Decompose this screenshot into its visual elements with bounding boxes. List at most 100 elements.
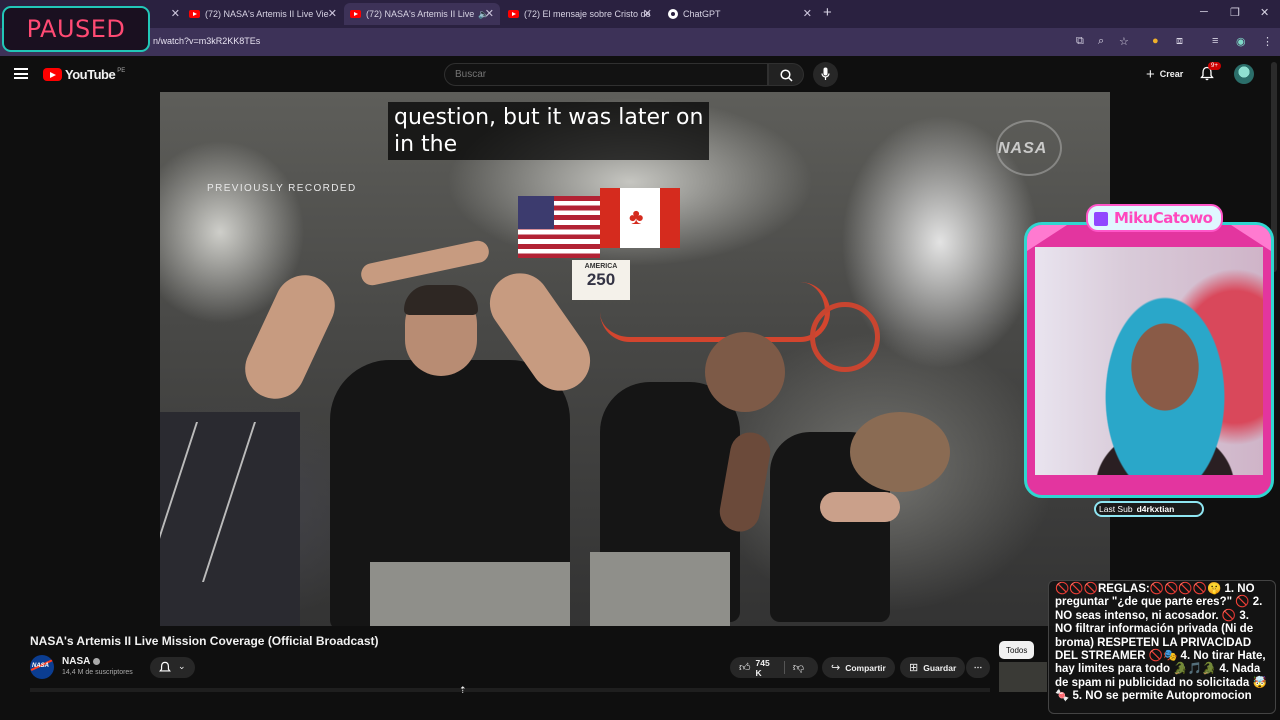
tab-artemis-1[interactable]: (72) NASA's Artemis II Live Vie ✕ bbox=[183, 3, 343, 25]
search-button[interactable] bbox=[768, 63, 804, 86]
webcam-feed bbox=[1035, 247, 1263, 475]
divider bbox=[784, 661, 785, 674]
subscriber-count: 14,4 M de suscriptores bbox=[62, 669, 133, 676]
share-button[interactable]: ↪ Compartir bbox=[822, 657, 895, 678]
profile-icon[interactable]: ◉ bbox=[1236, 35, 1246, 48]
mouse-cursor-icon: ⇡ bbox=[459, 685, 467, 695]
logo-text: YouTube bbox=[65, 67, 116, 82]
astronaut-2-head bbox=[705, 332, 785, 412]
stream-rules-panel: 🚫🚫🚫REGLAS:🚫🚫🚫🚫🤫 1. NO preguntar "¿de que… bbox=[1048, 580, 1276, 714]
search-box bbox=[444, 63, 768, 86]
video-player[interactable]: AMERICA 250 question, but it was later o… bbox=[160, 92, 1110, 626]
tab-chatgpt[interactable]: ChatGPT ✕ bbox=[662, 3, 818, 25]
extension-color-icon[interactable]: ● bbox=[1152, 35, 1159, 47]
channel-name[interactable]: NASA bbox=[62, 656, 90, 667]
notifications-button[interactable]: ⌄ bbox=[150, 657, 195, 678]
youtube-favicon-icon bbox=[350, 10, 361, 18]
share-icon: ↪ bbox=[831, 662, 841, 674]
channel-avatar-text: NASA bbox=[32, 663, 50, 669]
zoom-icon[interactable]: ⌕ bbox=[1098, 35, 1104, 48]
astronaut-1-pants bbox=[370, 562, 570, 626]
menu-hamburger-icon[interactable] bbox=[14, 68, 28, 79]
window-close-icon[interactable]: ✕ bbox=[1260, 6, 1269, 19]
nasa-watermark: NASA bbox=[998, 140, 1048, 157]
share-label: Compartir bbox=[845, 662, 886, 673]
related-video-thumbnail[interactable] bbox=[999, 662, 1047, 692]
bookmark-star-icon[interactable]: ☆ bbox=[1119, 35, 1129, 48]
red-hose-coil bbox=[810, 302, 880, 372]
create-label: Crear bbox=[1159, 69, 1184, 79]
browser-menu-icon[interactable]: ⋮ bbox=[1262, 35, 1273, 48]
astronaut-2-pants bbox=[590, 552, 730, 626]
voice-search-button[interactable] bbox=[813, 62, 838, 87]
tab-title: (72) NASA's Artemis II Live Vie bbox=[205, 9, 329, 19]
sign-text: AMERICA bbox=[584, 263, 618, 270]
more-actions-button[interactable]: ⋯ bbox=[966, 657, 990, 678]
minimize-icon[interactable]: ─ bbox=[1200, 6, 1208, 18]
youtube-favicon-icon bbox=[508, 10, 519, 18]
streamer-logo: MikuCatowo bbox=[1086, 204, 1223, 232]
close-icon[interactable]: ✕ bbox=[803, 7, 812, 20]
filter-chip-all[interactable]: Todos bbox=[999, 641, 1035, 659]
tab-title: ChatGPT bbox=[683, 9, 721, 19]
plus-icon: + bbox=[1146, 65, 1155, 83]
media-control-icon[interactable]: ≡ bbox=[1212, 35, 1218, 47]
youtube-logo[interactable]: YouTube PE bbox=[43, 67, 125, 82]
search-icon bbox=[780, 69, 793, 82]
url-field[interactable]: n/watch?v=m3kR2KK8TEs bbox=[153, 36, 260, 46]
close-icon[interactable]: ✕ bbox=[643, 7, 652, 20]
restore-icon[interactable]: ❐ bbox=[1230, 6, 1240, 19]
caption-line: question, but it was later on bbox=[394, 105, 704, 130]
us-flag bbox=[518, 196, 600, 258]
filter-label: Todos bbox=[1006, 645, 1028, 655]
tab-artemis-2[interactable]: (72) NASA's Artemis II Live 🔈 ✕ bbox=[344, 3, 500, 25]
like-icon[interactable]: 👍︎ bbox=[739, 661, 751, 674]
channel-name-row[interactable]: NASA bbox=[62, 656, 101, 667]
last-sub-label: Last Sub bbox=[1099, 504, 1133, 514]
search-input[interactable] bbox=[455, 69, 755, 80]
save-button[interactable]: ⊞ Guardar bbox=[900, 657, 966, 678]
youtube-play-icon bbox=[43, 68, 62, 81]
create-button[interactable]: + Crear bbox=[1138, 64, 1191, 84]
canada-flag bbox=[600, 188, 680, 248]
description-box-edge bbox=[30, 688, 990, 692]
chatgpt-favicon-icon bbox=[668, 9, 678, 19]
bell-icon bbox=[159, 661, 171, 672]
chevron-down-icon: ⌄ bbox=[178, 661, 186, 671]
close-icon[interactable]: ✕ bbox=[328, 7, 337, 20]
streamer-name: MikuCatowo bbox=[1114, 209, 1213, 227]
region-code: PE bbox=[117, 67, 126, 74]
microphone-icon bbox=[821, 67, 830, 80]
previously-recorded-label: PREVIOUSLY RECORDED bbox=[207, 183, 357, 194]
twitch-icon bbox=[1094, 212, 1108, 226]
youtube-header: YouTube PE + Crear 9+ bbox=[0, 56, 1280, 92]
astronaut-3-hair bbox=[850, 412, 950, 492]
webcam-frame bbox=[1024, 222, 1274, 498]
rules-text: 🚫🚫🚫REGLAS:🚫🚫🚫🚫🤫 1. NO preguntar "¿de que… bbox=[1055, 583, 1267, 703]
close-icon[interactable]: ✕ bbox=[485, 7, 494, 20]
astronaut-3-arm bbox=[820, 492, 900, 522]
last-sub-name: d4rkxtian bbox=[1136, 504, 1175, 514]
astronaut-1-hands bbox=[359, 238, 491, 288]
america-250-sign: AMERICA 250 bbox=[572, 260, 630, 300]
tab-close-icon[interactable]: ✕ bbox=[160, 3, 180, 25]
astronaut-1-hair bbox=[404, 285, 478, 315]
new-tab-button[interactable]: + bbox=[823, 4, 832, 21]
tab-mensaje-cristo[interactable]: (72) El mensaje sobre Cristo de ✕ bbox=[502, 3, 658, 25]
tab-title: (72) El mensaje sobre Cristo de bbox=[524, 9, 651, 19]
account-avatar[interactable] bbox=[1234, 64, 1254, 84]
last-subscriber-widget: Last Sub d4rkxtian bbox=[1094, 501, 1204, 517]
like-count[interactable]: 745 K bbox=[756, 658, 775, 678]
dislike-icon[interactable]: 👎︎ bbox=[793, 661, 804, 674]
tab-title: (72) NASA's Artemis II Live bbox=[366, 9, 475, 19]
more-icon: ⋯ bbox=[973, 662, 983, 672]
channel-avatar[interactable]: NASA bbox=[30, 655, 54, 679]
close-icon[interactable]: ✕ bbox=[171, 7, 180, 20]
video-title: NASA's Artemis II Live Mission Coverage … bbox=[30, 634, 379, 648]
verified-badge-icon bbox=[93, 657, 101, 665]
like-dislike-group: 👍︎ 745 K 👎︎ bbox=[730, 657, 818, 678]
save-label: Guardar bbox=[923, 662, 957, 673]
extensions-icon[interactable]: ⧈ bbox=[1176, 35, 1183, 48]
cast-icon[interactable]: ⧉ bbox=[1076, 35, 1084, 48]
paused-overlay: PAUSED bbox=[2, 6, 150, 52]
